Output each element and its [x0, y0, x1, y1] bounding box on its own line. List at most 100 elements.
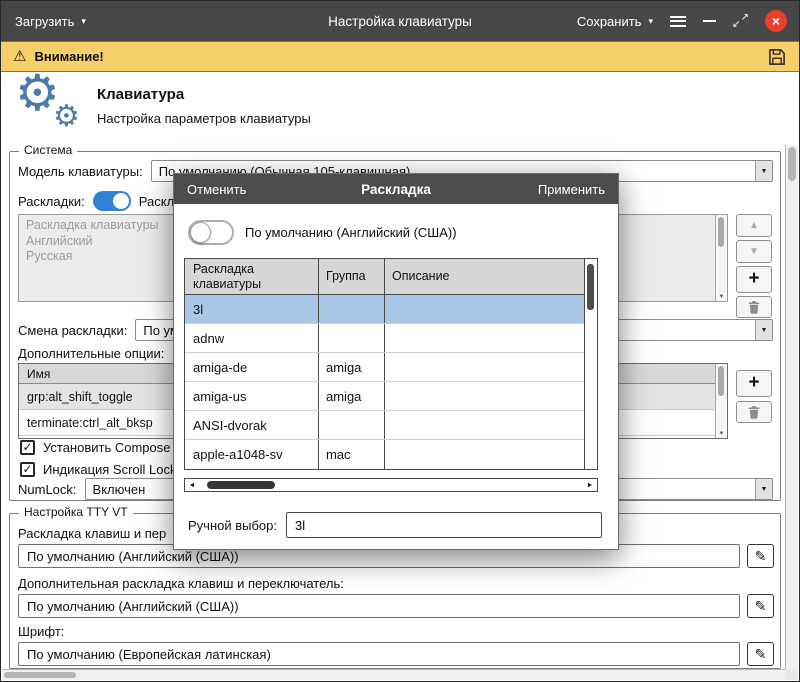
toggle-knob	[190, 222, 211, 243]
edit-font-button[interactable]: ✎	[747, 642, 774, 666]
cell-description	[385, 411, 584, 439]
table-horizontal-scrollbar[interactable]: ◄ ►	[184, 478, 598, 492]
scrollbar-thumb[interactable]	[587, 264, 594, 310]
column-header-description: Описание	[385, 259, 584, 294]
main-horizontal-scrollbar[interactable]	[2, 669, 785, 680]
scrollbar-thumb[interactable]	[4, 672, 76, 678]
tty-keymap-label: Раскладка клавиш и пер	[18, 526, 166, 541]
layout-dialog: Отменить Раскладка Применить По умолчани…	[173, 173, 619, 550]
delete-option-button[interactable]	[736, 401, 772, 423]
manual-select-label: Ручной выбор:	[188, 518, 277, 533]
scroll-down-icon[interactable]: ▼	[716, 431, 727, 437]
pencil-icon: ✎	[755, 599, 767, 613]
cancel-button[interactable]: Отменить	[187, 182, 246, 197]
cell-layout: amiga-us	[185, 382, 319, 410]
table-row[interactable]: amiga-us amiga	[185, 382, 584, 411]
dropdown-arrow-button[interactable]: ▼	[755, 479, 772, 499]
scrollbar-corner	[785, 669, 798, 680]
edit-extra-keymap-button[interactable]: ✎	[747, 594, 774, 618]
main-vertical-scrollbar[interactable]	[785, 145, 798, 669]
table-row[interactable]: amiga-de amiga	[185, 353, 584, 382]
warning-text: Внимание!	[34, 49, 103, 64]
chevron-down-icon: ▼	[761, 486, 768, 493]
page-header: ⚙ ⚙ Клавиатура Настройка параметров клав…	[1, 72, 799, 145]
scrollbar-thumb[interactable]	[207, 481, 275, 489]
numlock-label: NumLock:	[18, 482, 77, 497]
warning-bar: ⚠ Внимание!	[1, 41, 799, 72]
keyboard-settings-window: Загрузить ▾ Настройка клавиатуры Сохрани…	[0, 0, 800, 682]
cell-group	[319, 411, 385, 439]
dropdown-arrow-button[interactable]: ▼	[755, 320, 772, 340]
cell-layout: adnw	[185, 324, 319, 352]
scrollbar-track[interactable]	[199, 479, 583, 491]
save-to-file-button[interactable]	[767, 47, 787, 67]
cell-description	[385, 295, 584, 323]
minimize-icon	[703, 20, 716, 22]
menu-button[interactable]	[670, 16, 686, 27]
manual-select-input[interactable]	[286, 512, 602, 538]
listbox-scrollbar[interactable]: ▼	[715, 215, 727, 301]
cell-group: amiga	[319, 353, 385, 381]
titlebar-actions: Сохранить ▾ ↗ ↙ ×	[577, 1, 787, 41]
cell-group: mac	[319, 440, 385, 469]
check-icon: ✓	[22, 441, 32, 453]
compose-checkbox[interactable]: ✓	[20, 440, 35, 455]
close-icon: ×	[772, 14, 780, 28]
table-row[interactable]: apple-a1048-sv mac	[185, 440, 584, 469]
scrollbar-thumb[interactable]	[718, 366, 724, 396]
options-scrollbar[interactable]: ▼	[715, 364, 727, 438]
expand-ne-arrow: ↗	[741, 13, 749, 23]
expand-sw-arrow: ↙	[732, 20, 740, 30]
toggle-knob	[113, 193, 129, 209]
tty-font-label: Шрифт:	[18, 624, 64, 639]
trash-icon	[748, 300, 760, 314]
cell-layout: 3l	[185, 295, 319, 323]
default-layout-toggle[interactable]	[188, 220, 234, 245]
tty-extra-keymap-value: По умолчанию (Английский (США))	[18, 594, 740, 618]
dropdown-arrow-button[interactable]: ▼	[755, 161, 772, 181]
chevron-down-icon: ▾	[648, 17, 653, 26]
save-menu-label: Сохранить	[577, 14, 642, 29]
scrolllock-row: ✓ Индикация Scroll Lock	[20, 458, 177, 480]
close-button[interactable]: ×	[765, 10, 787, 32]
chevron-down-icon: ▼	[761, 168, 768, 175]
gear-icon: ⚙	[53, 102, 80, 132]
scrollbar-thumb[interactable]	[788, 147, 796, 181]
apply-button[interactable]: Применить	[538, 182, 605, 197]
layouts-toggle[interactable]	[93, 191, 131, 211]
extra-options-label: Дополнительные опции:	[18, 346, 164, 361]
chevron-down-icon: ▼	[761, 327, 768, 334]
plus-icon: +	[748, 373, 759, 392]
move-down-button[interactable]: ▼	[736, 240, 772, 263]
delete-layout-button[interactable]	[736, 296, 772, 318]
layouts-label: Раскладки:	[18, 194, 85, 209]
save-menu-button[interactable]: Сохранить ▾	[577, 14, 653, 29]
compose-label: Установить Compose	[43, 440, 170, 455]
dialog-header: Отменить Раскладка Применить	[174, 174, 618, 204]
expand-icon: ↗ ↙	[733, 14, 748, 29]
scroll-left-icon[interactable]: ◄	[185, 482, 199, 489]
compose-row: ✓ Установить Compose	[20, 436, 170, 458]
minimize-button[interactable]	[703, 20, 716, 22]
pencil-icon: ✎	[755, 647, 767, 661]
table-row[interactable]: adnw	[185, 324, 584, 353]
hamburger-icon	[670, 16, 686, 27]
layout-table-body: Раскладка клавиатуры Группа Описание 3l …	[185, 259, 584, 469]
keyboard-model-label: Модель клавиатуры:	[18, 164, 143, 179]
table-row[interactable]: 3l	[185, 295, 584, 324]
table-vertical-scrollbar[interactable]	[584, 259, 597, 469]
warning-icon: ⚠	[13, 49, 26, 64]
cell-layout: apple-a1048-sv	[185, 440, 319, 469]
table-row[interactable]: ANSI-dvorak	[185, 411, 584, 440]
scroll-right-icon[interactable]: ►	[583, 482, 597, 489]
add-layout-button[interactable]: +	[736, 266, 772, 293]
add-option-button[interactable]: +	[736, 370, 772, 397]
move-up-button[interactable]: ▲	[736, 214, 772, 237]
edit-keymap-button[interactable]: ✎	[747, 544, 774, 568]
manual-select-row: Ручной выбор:	[188, 512, 602, 538]
up-arrow-icon: ▲	[749, 221, 759, 231]
scrolllock-checkbox[interactable]: ✓	[20, 462, 35, 477]
scrollbar-thumb[interactable]	[718, 217, 724, 247]
fullscreen-button[interactable]: ↗ ↙	[733, 14, 748, 29]
scroll-down-icon[interactable]: ▼	[716, 294, 727, 300]
